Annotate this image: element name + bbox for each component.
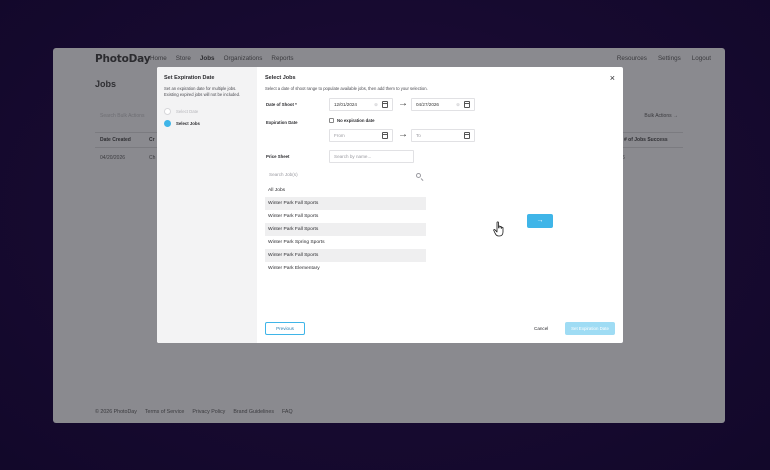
step-label: Select Date	[176, 109, 199, 114]
bulk-search-input[interactable]: Search Bulk Actions	[100, 113, 144, 119]
date-of-shoot-label: Date of Shoot *	[266, 102, 297, 107]
jobs-search-placeholder: Search Job(s)	[269, 172, 298, 177]
no-expiration-label: No expiration date	[337, 118, 375, 123]
modal-title: Select Jobs	[265, 75, 296, 81]
set-expiration-date-button[interactable]: Set Expiration Date	[565, 322, 615, 335]
list-item-all-jobs[interactable]: All Jobs	[265, 184, 426, 197]
modal-sidebar-description: Set an expiration date for multiple jobs…	[164, 86, 241, 97]
shoot-from-value: 12/01/2024	[334, 102, 357, 107]
expiration-to-input[interactable]: To	[411, 129, 475, 142]
list-item[interactable]: Winter Park Fall Sports	[265, 197, 426, 210]
footer-faq-link[interactable]: FAQ	[282, 409, 293, 415]
no-expiration-option[interactable]: No expiration date	[329, 118, 375, 123]
nav-logout[interactable]: Logout	[692, 55, 711, 62]
list-item[interactable]: Winter Park Fall Sports	[265, 223, 426, 236]
nav-store[interactable]: Store	[176, 55, 191, 62]
price-sheet-label: Price Sheet	[266, 154, 290, 159]
list-item[interactable]: Winter Park Spring Sports	[265, 236, 426, 249]
step-label: Select Jobs	[176, 121, 200, 126]
shoot-to-value: 04/27/2026	[416, 102, 439, 107]
bulk-actions-button[interactable]: Bulk Actions →	[644, 113, 678, 119]
add-jobs-arrow-button[interactable]: →	[527, 214, 553, 228]
calendar-icon[interactable]	[382, 132, 388, 139]
nav-organizations[interactable]: Organizations	[224, 55, 263, 62]
calendar-icon[interactable]	[382, 101, 388, 108]
calendar-icon[interactable]	[464, 101, 470, 108]
expiration-date-label: Expiration Date	[266, 120, 298, 125]
clear-icon[interactable]: ⊗	[374, 102, 378, 108]
shoot-to-date-input[interactable]: 04/27/2026 ⊗	[411, 98, 475, 111]
nav-resources[interactable]: Resources	[617, 55, 647, 62]
calendar-icon[interactable]	[464, 132, 470, 139]
step-select-jobs[interactable]: Select Jobs	[164, 120, 200, 127]
list-item[interactable]: Winter Park Fall Sports	[265, 210, 426, 223]
column-date-created[interactable]: Date Created	[100, 137, 131, 143]
table-cell-created-by: Ch	[149, 155, 156, 161]
previous-button[interactable]: Previous	[265, 322, 305, 335]
footer: © 2026 PhotoDay Terms of Service Privacy…	[95, 409, 293, 415]
footer-privacy-link[interactable]: Privacy Policy	[192, 409, 225, 415]
close-icon[interactable]: ×	[610, 74, 615, 83]
modal-main: Select Jobs Select a date of shoot range…	[257, 67, 623, 343]
column-created-by[interactable]: Cr	[149, 137, 155, 143]
column-jobs-success[interactable]: # of Jobs Success	[624, 137, 668, 143]
expiration-to-placeholder: To	[416, 133, 421, 138]
secondary-nav: Resources Settings Logout	[617, 55, 711, 62]
jobs-list: All Jobs Winter Park Fall Sports Winter …	[265, 184, 426, 275]
main-nav: Home Store Jobs Organizations Reports	[150, 55, 293, 62]
shoot-from-date-input[interactable]: 12/01/2024 ⊗	[329, 98, 393, 111]
expiration-from-placeholder: From	[334, 133, 345, 138]
list-item[interactable]: Winter Park Elementary	[265, 262, 426, 275]
nav-jobs[interactable]: Jobs	[200, 55, 215, 62]
jobs-search-input[interactable]: Search Job(s)	[265, 170, 426, 181]
nav-home[interactable]: Home	[150, 55, 167, 62]
cancel-button[interactable]: Cancel	[534, 326, 548, 331]
no-expiration-checkbox[interactable]	[329, 118, 334, 123]
nav-settings[interactable]: Settings	[658, 55, 681, 62]
modal-sidebar-title: Set Expiration Date	[164, 75, 215, 81]
footer-brand-link[interactable]: Brand Guidelines	[233, 409, 274, 415]
step-indicator-icon	[164, 120, 171, 127]
step-indicator-icon	[164, 108, 171, 115]
search-icon	[416, 173, 421, 178]
photoday-logo[interactable]: PhotoDay	[95, 53, 151, 65]
hand-cursor-icon	[493, 221, 504, 237]
clear-icon[interactable]: ⊗	[456, 102, 460, 108]
modal-description: Select a date of shoot range to populate…	[265, 86, 428, 91]
nav-reports[interactable]: Reports	[271, 55, 293, 62]
modal-sidebar: Set Expiration Date Set an expiration da…	[157, 67, 257, 343]
range-arrow-icon: →	[398, 98, 408, 109]
set-expiration-modal: Set Expiration Date Set an expiration da…	[157, 67, 623, 343]
range-arrow-icon: →	[398, 129, 408, 140]
list-item[interactable]: Winter Park Fall Sports	[265, 249, 426, 262]
price-sheet-search-input[interactable]: Search by name...	[329, 150, 414, 163]
table-cell-date: 04/20/2026	[100, 155, 126, 161]
footer-copyright: © 2026 PhotoDay	[95, 409, 137, 415]
footer-terms-link[interactable]: Terms of Service	[145, 409, 184, 415]
expiration-from-input[interactable]: From	[329, 129, 393, 142]
page-title: Jobs	[95, 79, 117, 89]
step-select-date[interactable]: Select Date	[164, 108, 198, 115]
